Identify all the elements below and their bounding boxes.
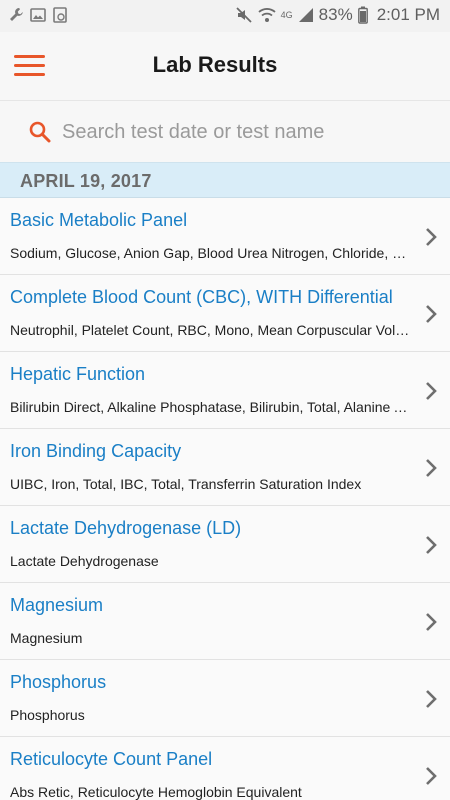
search-icon <box>29 121 51 143</box>
list-item[interactable]: Complete Blood Count (CBC), WITH Differe… <box>0 275 450 352</box>
test-components: Magnesium <box>10 630 83 646</box>
image-icon <box>30 8 46 22</box>
list-item[interactable]: Phosphorus Phosphorus <box>0 660 450 737</box>
network-type: 4G <box>280 10 293 20</box>
test-components: Bilirubin Direct, Alkaline Phosphatase, … <box>10 399 410 415</box>
chevron-right-icon <box>426 536 437 554</box>
app-header: Lab Results <box>0 32 450 100</box>
status-bar: 4G 83% 2:01 PM <box>0 0 450 32</box>
list-item[interactable]: Iron Binding Capacity UIBC, Iron, Total,… <box>0 429 450 506</box>
notification-icons <box>8 6 68 24</box>
chevron-right-icon <box>426 228 437 246</box>
clock: 2:01 PM <box>376 5 440 24</box>
chevron-right-icon <box>426 767 437 785</box>
list-item[interactable]: Hepatic Function Bilirubin Direct, Alkal… <box>0 352 450 429</box>
test-name: Magnesium <box>10 595 104 615</box>
test-name: Iron Binding Capacity <box>10 441 182 461</box>
battery-icon <box>357 6 368 24</box>
test-name: Reticulocyte Count Panel <box>10 749 213 769</box>
chevron-right-icon <box>426 690 437 708</box>
search-input[interactable] <box>62 115 432 149</box>
wrench-icon <box>10 8 23 21</box>
test-components: Lactate Dehydrogenase <box>10 553 159 569</box>
chevron-right-icon <box>426 613 437 631</box>
wifi-icon <box>258 8 276 22</box>
list-item[interactable]: Basic Metabolic Panel Sodium, Glucose, A… <box>0 198 450 275</box>
chevron-right-icon <box>426 459 437 477</box>
signal-icon <box>298 8 313 22</box>
test-name: Phosphorus <box>10 672 107 692</box>
test-components: Abs Retic, Reticulocyte Hemoglobin Equiv… <box>10 784 302 800</box>
list-item[interactable]: Lactate Dehydrogenase (LD) Lactate Dehyd… <box>0 506 450 583</box>
battery-percent: 83% <box>318 5 353 24</box>
system-status: 4G 83% 2:01 PM <box>235 5 440 25</box>
test-name: Lactate Dehydrogenase (LD) <box>10 518 242 538</box>
list-item[interactable]: Magnesium Magnesium <box>0 583 450 660</box>
test-components: Neutrophil, Platelet Count, RBC, Mono, M… <box>10 322 410 338</box>
mute-icon <box>236 7 252 23</box>
chevron-right-icon <box>426 305 437 323</box>
chevron-right-icon <box>426 382 437 400</box>
test-components: UIBC, Iron, Total, IBC, Total, Transferr… <box>10 476 362 492</box>
lab-results-list: Basic Metabolic Panel Sodium, Glucose, A… <box>0 198 450 800</box>
page-title: Lab Results <box>152 52 278 77</box>
test-components: Sodium, Glucose, Anion Gap, Blood Urea N… <box>10 245 410 261</box>
test-name: Basic Metabolic Panel <box>10 210 188 230</box>
test-components: Phosphorus <box>10 707 85 723</box>
sync-icon <box>53 7 67 23</box>
list-item[interactable]: Reticulocyte Count Panel Abs Retic, Reti… <box>0 737 450 800</box>
date-section-header: APRIL 19, 2017 <box>0 162 450 198</box>
test-name: Complete Blood Count (CBC), WITH Differe… <box>10 287 393 307</box>
section-date: APRIL 19, 2017 <box>20 171 152 191</box>
test-name: Hepatic Function <box>10 364 146 384</box>
search-bar <box>0 100 450 162</box>
